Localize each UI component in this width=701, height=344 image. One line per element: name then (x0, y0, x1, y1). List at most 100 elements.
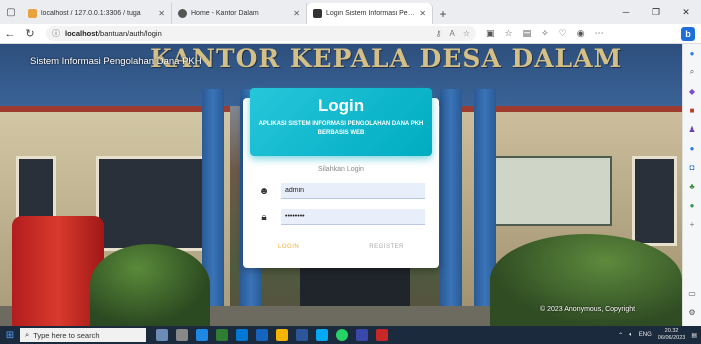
browser-essentials-icon[interactable]: ♡ (559, 28, 567, 39)
word-icon[interactable] (296, 329, 308, 341)
lang-indicator[interactable]: ENG (639, 332, 652, 338)
url-field[interactable]: ⓘ localhost/bantuan/auth/login ⚷ A ☆ (46, 26, 476, 41)
login-button[interactable]: LOGIN (266, 240, 311, 254)
address-bar: ← ↻ ⓘ localhost/bantuan/auth/login ⚷ A ☆… (0, 24, 701, 44)
restore-icon[interactable]: ❐ (641, 7, 671, 18)
tag-icon[interactable]: ◆ (687, 86, 697, 96)
clock[interactable]: 20.32 06/06/2023 (658, 328, 686, 342)
browser-icon[interactable] (316, 329, 328, 341)
username-row: ☻ (257, 182, 425, 200)
plant (90, 244, 210, 326)
window (96, 156, 206, 251)
taskbar-search[interactable]: ⌕ Type here to search (20, 328, 146, 342)
tab-title: localhost / 127.0.0.1:3306 / tuga (41, 10, 141, 17)
login-subtitle: APLIKASI SISTEM INFORMASI PENGOLAHAN DAN… (258, 121, 424, 136)
building-sign: KANTOR KEPALA DESA DALAM (150, 44, 623, 73)
notice-board (492, 156, 612, 226)
back-icon[interactable]: ← (0, 28, 20, 40)
tab-actions-icon[interactable]: ▢ (0, 0, 22, 24)
copyright-text: © 2023 Anonymous, Copyright (540, 306, 636, 313)
roof-trim-left (0, 106, 230, 112)
password-input[interactable] (281, 209, 425, 225)
layout-icon[interactable]: ▭ (687, 288, 697, 298)
settings-icon[interactable]: ⚙ (687, 307, 697, 317)
extensions-icon[interactable]: ✧ (541, 28, 549, 39)
username-input[interactable] (281, 183, 425, 199)
phpmyadmin-favicon-icon (28, 9, 37, 18)
briefcase-icon[interactable]: ■ (687, 105, 697, 115)
site-favicon-icon (313, 9, 322, 18)
reload-icon[interactable]: ↻ (20, 27, 40, 40)
tray-overflow-icon[interactable]: ⌃ (618, 332, 623, 339)
new-tab-button[interactable]: + (433, 3, 453, 24)
system-tray: ⌃ 🔈︎ ENG 20.32 06/06/2023 ▤ (618, 328, 701, 342)
login-header: Login APLIKASI SISTEM INFORMASI PENGOLAH… (250, 88, 432, 156)
clock-time: 20.32 (664, 328, 679, 334)
close-icon[interactable]: ✕ (293, 9, 300, 18)
info-icon[interactable]: ⓘ (52, 28, 60, 39)
favorite-star-icon[interactable]: ☆ (463, 29, 470, 38)
circle-icon[interactable]: ● (687, 143, 697, 153)
favorites-icon[interactable]: ☆ (505, 28, 513, 39)
outlook-icon[interactable]: ◘ (687, 162, 697, 172)
user-icon: ☻ (258, 185, 270, 197)
search-icon: ⌕ (25, 330, 30, 339)
people-icon[interactable]: ♟ (687, 124, 697, 134)
collections-icon[interactable]: ▤ (523, 28, 532, 39)
task-view-icon[interactable] (176, 329, 188, 341)
windows-start-icon[interactable]: ⊞ (0, 326, 20, 344)
taskbar-apps (156, 329, 388, 341)
taskbar: ⊞ ⌕ Type here to search ⌃ 🔈︎ ENG 20.32 0… (0, 326, 701, 344)
clock-date: 06/06/2023 (657, 335, 686, 341)
app-name: Sistem Informasi Pengolahan Dana PKH (30, 56, 202, 67)
login-actions: LOGIN REGISTER (243, 240, 439, 254)
globe-icon (178, 9, 187, 18)
file-explorer-icon[interactable] (276, 329, 288, 341)
edge-icon[interactable] (196, 329, 208, 341)
login-title: Login (317, 96, 365, 115)
games-icon[interactable]: ♣ (687, 181, 697, 191)
more-options-icon[interactable]: ⋯ (595, 28, 604, 39)
notifications-icon[interactable]: ▤ (691, 332, 697, 339)
bell-icon[interactable]: ● (687, 48, 697, 58)
window-controls: ─ ❐ ✕ (611, 0, 701, 24)
login-prompt: Silahkan Login (318, 166, 364, 173)
add-icon[interactable]: + (687, 219, 697, 229)
browser-tab-home[interactable]: Home - Kantor Dalam ✕ (172, 3, 307, 24)
browser-tab-login[interactable]: Login Sistem Informasi Pengolah ✕ (307, 3, 433, 24)
bing-copilot-icon[interactable]: b (681, 26, 695, 41)
pillar (440, 89, 462, 326)
read-aloud-icon[interactable]: A (449, 29, 454, 38)
profile-icon[interactable]: ◉ (577, 28, 585, 39)
browser-sidebar: ● ⌕ ◆ ■ ♟ ● ◘ ♣ ● + ▭ ⚙ (682, 44, 701, 326)
app-icon[interactable] (356, 329, 368, 341)
mail-icon[interactable] (236, 329, 248, 341)
close-window-icon[interactable]: ✕ (671, 7, 701, 18)
vscode-icon[interactable] (256, 329, 268, 341)
drop-icon[interactable]: ● (687, 200, 697, 210)
whatsapp-icon[interactable] (336, 329, 348, 341)
taskbar-search-placeholder: Type here to search (33, 330, 100, 340)
page-viewport: KANTOR KEPALA DESA DALAM Sistem Informas… (0, 44, 682, 326)
tab-title: Login Sistem Informasi Pengolah (326, 10, 416, 17)
app-icon[interactable] (376, 329, 388, 341)
close-icon[interactable]: ✕ (419, 9, 426, 18)
minimize-icon[interactable]: ─ (611, 7, 641, 17)
search-icon[interactable]: ⌕ (687, 67, 697, 77)
window (632, 156, 677, 246)
url-text: localhost/bantuan/auth/login (65, 29, 162, 38)
password-row: 🔒︎ (257, 208, 425, 226)
lock-icon: 🔒︎ (261, 211, 267, 223)
toolbar-icons: ▣ ☆ ▤ ✧ ♡ ◉ ⋯ (486, 28, 604, 39)
split-screen-icon[interactable]: ▣ (486, 28, 495, 39)
browser-tab-phpmyadmin[interactable]: localhost / 127.0.0.1:3306 / tuga ✕ (22, 3, 172, 24)
register-button[interactable]: REGISTER (357, 240, 416, 254)
login-card: Login APLIKASI SISTEM INFORMASI PENGOLAH… (243, 88, 439, 268)
key-icon[interactable]: ⚷ (436, 29, 442, 38)
widgets-icon[interactable] (156, 329, 168, 341)
url-actions: ⚷ A ☆ (436, 29, 470, 38)
close-icon[interactable]: ✕ (158, 9, 165, 18)
excel-icon[interactable] (216, 329, 228, 341)
volume-icon[interactable]: 🔈︎ (629, 332, 633, 339)
tab-title: Home - Kantor Dalam (191, 10, 259, 17)
